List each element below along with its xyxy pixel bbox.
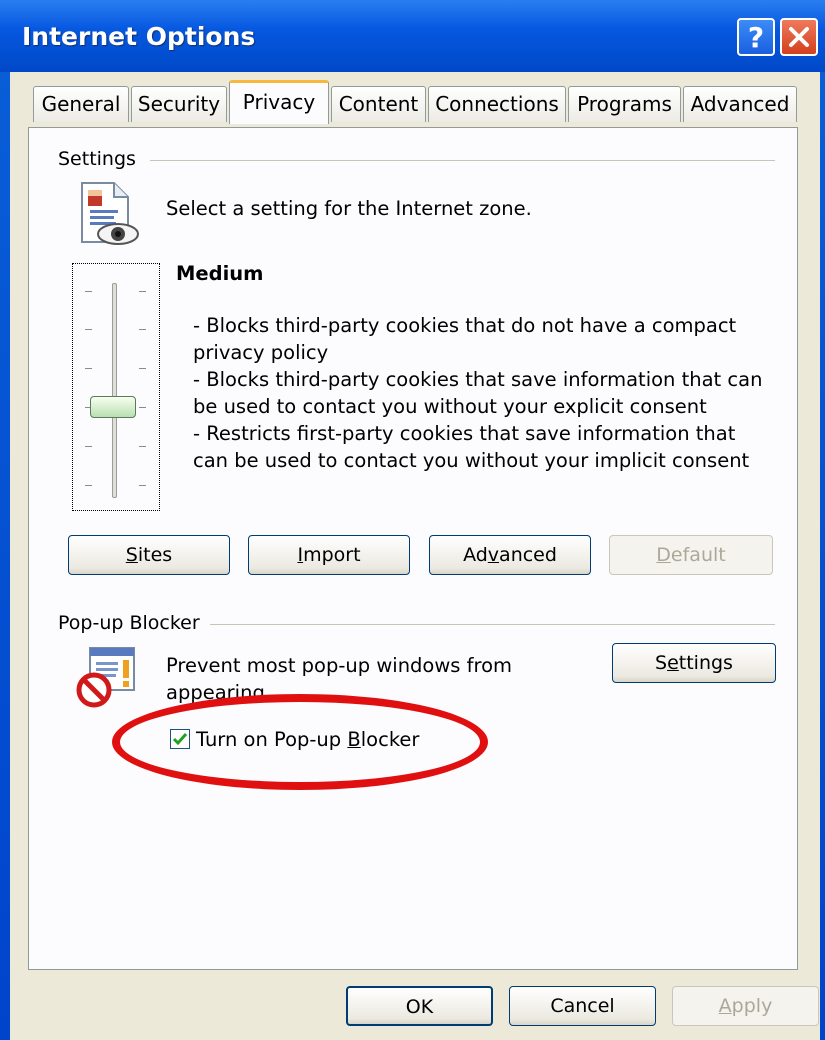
tab-general[interactable]: General — [33, 86, 129, 122]
privacy-document-icon — [76, 180, 142, 248]
slider-track — [112, 283, 117, 498]
settings-group-divider — [150, 160, 775, 161]
tab-content[interactable]: Content — [331, 86, 426, 122]
tab-security[interactable]: Security — [131, 86, 227, 122]
settings-group-label: Settings — [58, 148, 142, 170]
apply-button[interactable]: Apply — [672, 986, 819, 1026]
level-line-6: can be used to contact you without your … — [193, 449, 750, 472]
close-icon — [789, 27, 809, 47]
ok-button[interactable]: OK — [346, 986, 493, 1026]
slider-thumb[interactable] — [90, 396, 136, 418]
title-bar[interactable]: Internet Options ? — [0, 0, 825, 72]
level-line-3: - Blocks third-party cookies that save i… — [193, 368, 763, 391]
zone-description: Select a setting for the Internet zone. — [166, 197, 532, 220]
level-line-2: privacy policy — [193, 341, 329, 364]
sites-button[interactable]: Sites — [68, 535, 230, 575]
tab-privacy[interactable]: Privacy — [229, 80, 329, 124]
cancel-button[interactable]: Cancel — [509, 986, 656, 1026]
import-button[interactable]: Import — [248, 535, 410, 575]
level-line-4: be used to contact you without your expl… — [193, 395, 707, 418]
popup-group-label: Pop-up Blocker — [58, 612, 206, 634]
privacy-level-title: Medium — [176, 262, 264, 285]
tab-advanced[interactable]: Advanced — [683, 86, 797, 122]
close-button[interactable] — [780, 18, 818, 56]
popup-blocker-icon — [76, 646, 140, 708]
popup-group-divider — [210, 624, 775, 625]
advanced-button[interactable]: Advanced — [429, 535, 591, 575]
tab-programs[interactable]: Programs — [568, 86, 681, 122]
highlight-annotation-circle — [112, 694, 488, 790]
popup-description-line-1: Prevent most pop-up windows from — [166, 654, 513, 677]
help-button[interactable]: ? — [737, 18, 775, 56]
popup-settings-button[interactable]: Settings — [612, 643, 776, 683]
default-button[interactable]: Default — [609, 535, 773, 575]
tab-connections[interactable]: Connections — [428, 86, 566, 122]
level-line-1: - Blocks third-party cookies that do not… — [193, 314, 737, 337]
window-title: Internet Options — [22, 22, 256, 51]
level-line-5: - Restricts first-party cookies that sav… — [193, 422, 736, 445]
